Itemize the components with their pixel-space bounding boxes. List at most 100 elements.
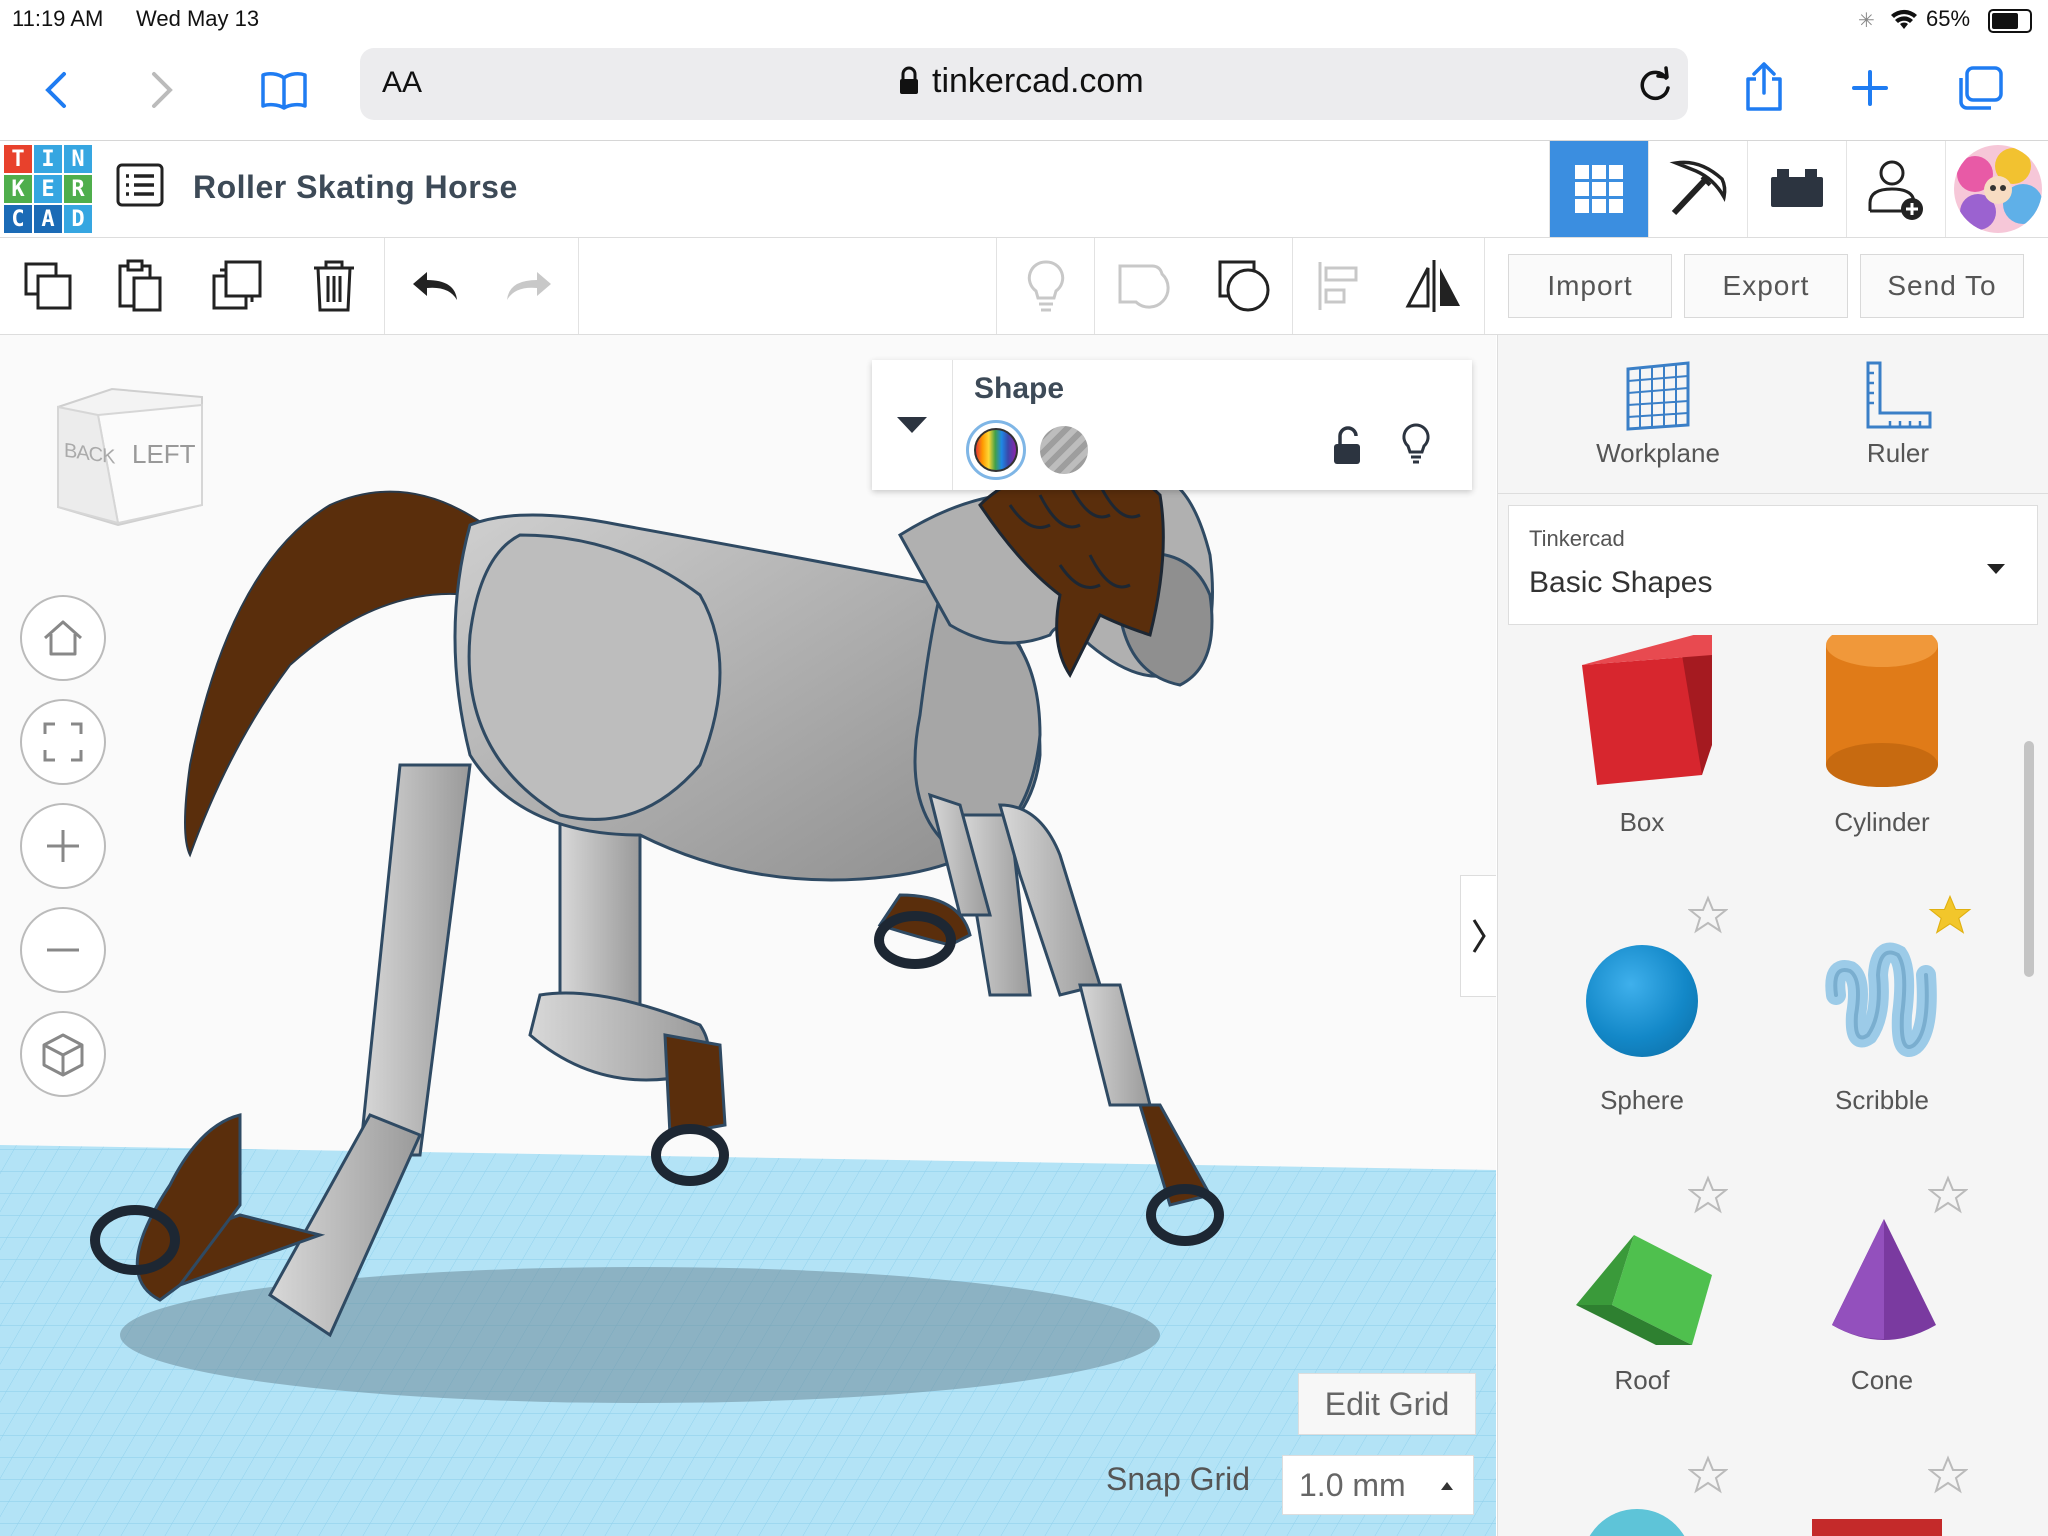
wifi-icon	[1891, 9, 1917, 29]
invite-user-button[interactable]	[1846, 141, 1945, 237]
address-bar[interactable]: AA tinkercad.com	[360, 48, 1688, 120]
3d-design-view-button[interactable]	[1549, 141, 1648, 237]
shape-item-roof[interactable]: Roof	[1542, 1175, 1742, 1415]
duplicate-button[interactable]	[206, 254, 270, 318]
shape-item-partial[interactable]	[1782, 1455, 1982, 1536]
bookmarks-button[interactable]	[254, 60, 314, 120]
plus-icon	[47, 830, 79, 862]
star-filled-icon[interactable]	[1928, 893, 1972, 937]
book-icon	[261, 72, 307, 110]
inspector-collapse-button[interactable]	[872, 360, 953, 490]
shape-item-partial[interactable]	[1542, 1455, 1742, 1536]
ruler-tool-button[interactable]: Ruler	[1798, 359, 1998, 489]
star-outline-icon[interactable]	[1688, 1455, 1728, 1495]
snap-grid-select[interactable]: 1.0 mm	[1282, 1455, 1474, 1515]
shape-label: Scribble	[1835, 1085, 1929, 1115]
brick-icon	[1771, 169, 1823, 207]
safari-toolbar: AA tinkercad.com	[0, 40, 2048, 141]
reload-button[interactable]	[1636, 64, 1674, 109]
shape-library-select[interactable]: Tinkercad Basic Shapes	[1508, 505, 2038, 625]
text-size-button[interactable]: AA	[382, 66, 422, 100]
shape-item-cylinder[interactable]: Cylinder	[1782, 635, 1982, 855]
forward-button[interactable]	[136, 64, 188, 116]
workplane-icon	[1626, 361, 1690, 431]
chevron-right-icon	[152, 72, 173, 108]
toolbar-divider	[1292, 238, 1293, 334]
design-menu-button[interactable]	[116, 163, 168, 215]
zoom-in-button[interactable]	[20, 803, 106, 889]
minecraft-view-button[interactable]	[1648, 141, 1747, 237]
trash-icon	[314, 260, 354, 312]
star-outline-icon[interactable]	[1928, 1175, 1968, 1215]
roof-icon	[1576, 1235, 1712, 1345]
fit-view-button[interactable]	[20, 699, 106, 785]
toolbar-divider	[1484, 238, 1485, 334]
logo-letter: T	[4, 145, 32, 173]
copy-button[interactable]	[16, 254, 80, 318]
visibility-button[interactable]	[1400, 422, 1432, 471]
zoom-out-button[interactable]	[20, 907, 106, 993]
workplane-tool-button[interactable]: Workplane	[1538, 359, 1778, 489]
reload-icon	[1640, 66, 1670, 101]
undo-button[interactable]	[404, 254, 468, 318]
tabs-button[interactable]	[1950, 58, 2010, 118]
paste-button[interactable]	[108, 254, 172, 318]
shape-label: Sphere	[1600, 1085, 1684, 1115]
notes-button[interactable]	[1014, 254, 1078, 318]
torus-icon	[1582, 1509, 1692, 1536]
sphere-icon	[1586, 945, 1698, 1057]
shape-label: Box	[1619, 807, 1665, 837]
share-button[interactable]	[1736, 54, 1792, 120]
align-button[interactable]	[1308, 254, 1372, 318]
send-to-button[interactable]: Send To	[1860, 254, 2024, 318]
pickaxe-icon	[1669, 160, 1727, 216]
tinkercad-logo[interactable]: T I N K E R C A D	[4, 145, 92, 233]
delete-button[interactable]	[302, 254, 366, 318]
home-view-button[interactable]	[20, 595, 106, 681]
user-avatar[interactable]	[1945, 141, 2048, 237]
scene-canvas[interactable]	[0, 335, 1496, 1536]
toolbar-divider	[996, 238, 997, 334]
edit-grid-button[interactable]: Edit Grid	[1298, 1373, 1476, 1435]
ungroup-button[interactable]	[1212, 254, 1276, 318]
hole-button[interactable]	[1040, 426, 1088, 474]
lightbulb-icon	[1402, 423, 1430, 464]
group-button[interactable]	[1112, 254, 1176, 318]
mirror-button[interactable]	[1402, 254, 1466, 318]
shape-label: Cone	[1850, 1365, 1914, 1395]
import-button[interactable]: Import	[1508, 254, 1672, 318]
shape-item-cone[interactable]: Cone	[1782, 1175, 1982, 1415]
battery-icon	[1988, 9, 2032, 33]
toolbar-divider	[384, 238, 385, 334]
3d-viewport[interactable]: BACK LEFT Edit Grid Snap Grid 1.0 mm	[0, 335, 1496, 1536]
view-cube[interactable]: BACK LEFT	[52, 385, 204, 531]
logo-letter: C	[4, 205, 32, 233]
lock-button[interactable]	[1332, 426, 1362, 471]
paste-icon	[118, 259, 162, 312]
shape-label: Cylinder	[1834, 807, 1930, 837]
lightbulb-icon	[1027, 260, 1065, 312]
solid-color-button[interactable]	[966, 420, 1026, 480]
star-outline-icon[interactable]	[1688, 895, 1728, 935]
star-outline-icon[interactable]	[1688, 1175, 1728, 1215]
chevron-right-icon	[1472, 919, 1486, 953]
caret-up-icon	[1441, 1482, 1453, 1490]
collapse-panel-button[interactable]	[1460, 875, 1496, 997]
redo-button[interactable]	[496, 254, 560, 318]
design-title[interactable]: Roller Skating Horse	[193, 169, 518, 206]
export-button[interactable]: Export	[1684, 254, 1848, 318]
star-outline-icon[interactable]	[1928, 1455, 1968, 1495]
bricks-view-button[interactable]	[1747, 141, 1846, 237]
copy-icon	[24, 262, 72, 310]
shape-item-scribble[interactable]: Scribble	[1782, 894, 1982, 1135]
shape-item-sphere[interactable]: Sphere	[1542, 895, 1742, 1135]
perspective-button[interactable]	[20, 1011, 106, 1097]
new-tab-button[interactable]	[1842, 60, 1898, 116]
panel-scrollbar[interactable]	[2024, 741, 2034, 977]
edit-toolbar: Import Export Send To	[0, 238, 2048, 335]
share-icon	[1746, 62, 1782, 111]
back-button[interactable]	[30, 64, 82, 116]
shape-item-box[interactable]: Box	[1542, 635, 1742, 855]
logo-letter: R	[64, 175, 92, 203]
cone-icon	[1832, 1219, 1936, 1340]
